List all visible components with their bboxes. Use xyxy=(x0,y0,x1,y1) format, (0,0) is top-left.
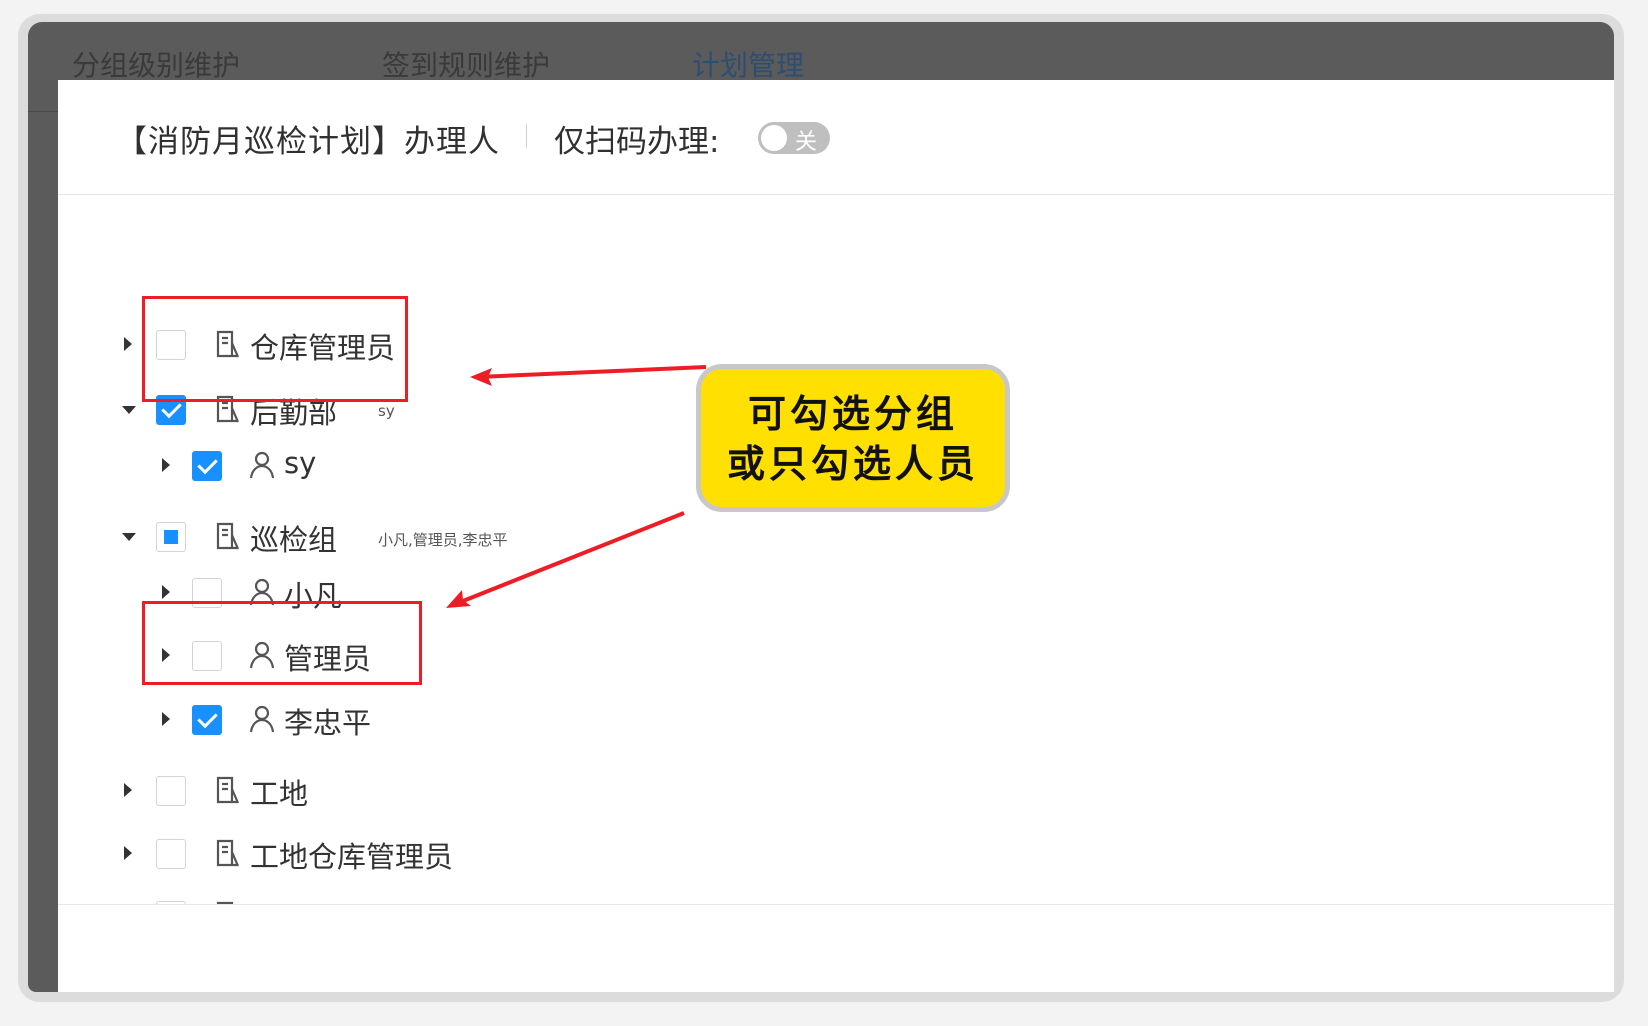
expand-arrow-icon[interactable] xyxy=(162,585,170,599)
handler-dialog: 【消防月巡检计划】办理人 仅扫码办理: 关 仓库管理员 后勤部 sy sy 巡检… xyxy=(58,80,1614,992)
callout-line-1: 可勾选分组 xyxy=(747,392,958,436)
dialog-header: 【消防月巡检计划】办理人 仅扫码办理: 关 xyxy=(58,80,1614,195)
toggle-knob xyxy=(761,125,787,151)
node-members-hint: sy xyxy=(378,402,395,420)
expand-arrow-icon[interactable] xyxy=(162,712,170,726)
highlight-box-user xyxy=(142,601,422,685)
node-checkbox[interactable] xyxy=(192,705,222,735)
expand-arrow-icon[interactable] xyxy=(124,783,132,797)
tree-node-site-warehouse-admins[interactable]: 工地仓库管理员 xyxy=(58,834,658,874)
node-label: 系统管理组 xyxy=(250,896,395,904)
scan-only-toggle[interactable]: 关 xyxy=(758,122,830,155)
node-members-hint: 小凡,管理员,李忠平 xyxy=(378,531,508,549)
node-label: sy xyxy=(284,446,317,480)
tab-group-level[interactable]: 分组级别维护 xyxy=(72,44,240,84)
dialog-footer-divider xyxy=(58,904,1614,905)
tab-plan-management[interactable]: 计划管理 xyxy=(692,44,804,84)
group-icon xyxy=(216,776,240,804)
expand-arrow-icon[interactable] xyxy=(124,846,132,860)
user-icon xyxy=(249,451,275,479)
node-label: 工地 xyxy=(250,777,309,811)
toggle-text: 关 xyxy=(795,130,818,155)
node-checkbox[interactable] xyxy=(192,451,222,481)
header-separator xyxy=(526,124,527,148)
node-checkbox[interactable] xyxy=(156,522,186,552)
group-icon xyxy=(216,522,240,550)
node-checkbox[interactable] xyxy=(156,776,186,806)
group-icon xyxy=(216,839,240,867)
tree-node-construction-site[interactable]: 工地 xyxy=(58,771,658,811)
tree-node-patrol-group[interactable]: 巡检组 小凡,管理员,李忠平 xyxy=(58,517,758,557)
user-icon xyxy=(249,705,275,733)
node-label: 工地仓库管理员 xyxy=(250,840,454,874)
expand-arrow-icon[interactable] xyxy=(162,458,170,472)
callout-line-2: 或只勾选人员 xyxy=(726,442,979,486)
collapse-arrow-icon[interactable] xyxy=(122,533,136,541)
scan-only-label: 仅扫码办理: xyxy=(554,124,720,160)
node-label: 巡检组 xyxy=(250,523,338,557)
dialog-title: 【消防月巡检计划】办理人 xyxy=(116,124,500,160)
highlight-box-group xyxy=(142,296,408,402)
tree-node-user-sy[interactable]: sy xyxy=(58,446,658,486)
node-checkbox[interactable] xyxy=(156,839,186,869)
tree-node-user-lizhongping[interactable]: 李忠平 xyxy=(58,700,658,740)
collapse-arrow-icon[interactable] xyxy=(122,406,136,414)
annotation-callout: 可勾选分组 或只勾选人员 xyxy=(696,364,1010,512)
expand-arrow-icon[interactable] xyxy=(124,337,132,351)
node-label: 李忠平 xyxy=(284,706,372,740)
tree-node-system-admins[interactable]: 系统管理组 xyxy=(58,896,658,904)
tab-checkin-rules[interactable]: 签到规则维护 xyxy=(382,44,550,84)
